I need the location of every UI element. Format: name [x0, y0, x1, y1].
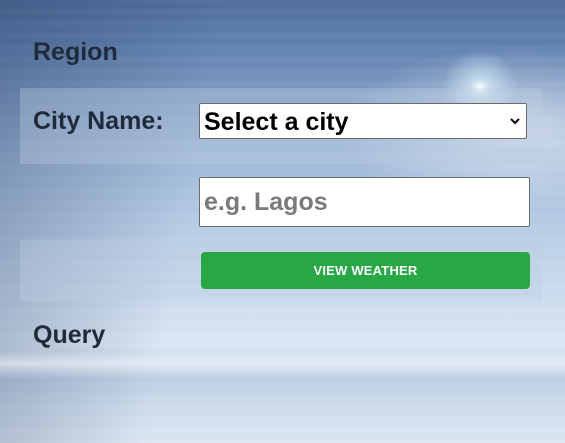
query-heading: Query — [33, 321, 106, 349]
background-horizon — [0, 350, 565, 380]
city-input-placeholder: e.g. Lagos — [204, 188, 328, 216]
chevron-down-icon — [510, 118, 520, 125]
region-heading: Region — [33, 38, 118, 66]
view-weather-button[interactable]: VIEW WEATHER — [201, 252, 530, 289]
city-input[interactable]: e.g. Lagos — [199, 177, 530, 227]
city-select-value: Select a city — [204, 108, 349, 136]
city-select[interactable]: Select a city — [199, 103, 527, 139]
weather-page: { "form": { "region_heading": "Region", … — [0, 0, 565, 443]
city-name-label: City Name: — [33, 107, 164, 135]
